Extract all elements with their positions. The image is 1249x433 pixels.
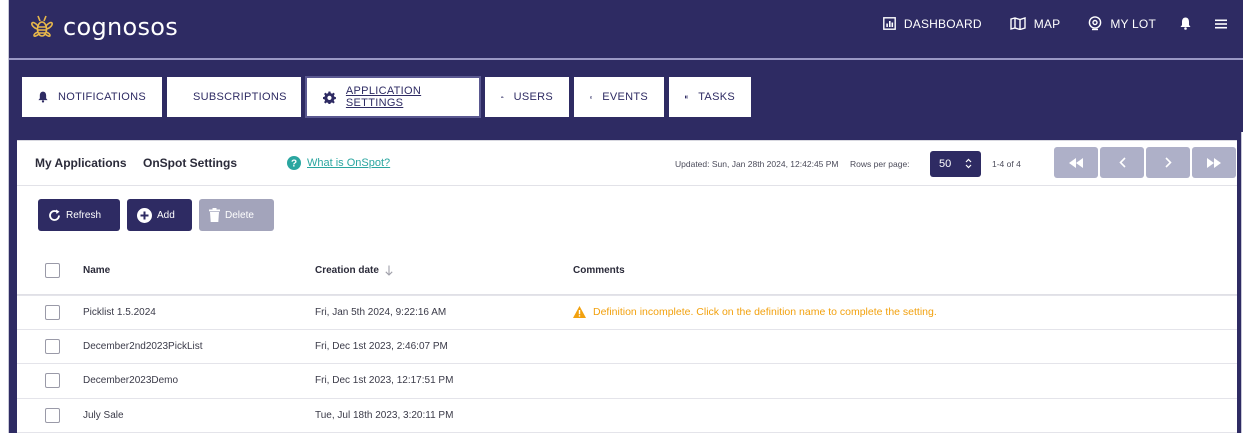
application-name[interactable]: December2023Demo (83, 375, 178, 386)
sort-down-arrow-icon (385, 265, 393, 276)
trash-icon (209, 208, 220, 222)
hamburger-menu-icon (1215, 19, 1227, 28)
row-checkbox[interactable] (45, 304, 60, 320)
svg-text:?: ? (291, 159, 297, 170)
column-header-creation-date[interactable]: Creation date (315, 265, 393, 276)
nav-dashboard-label: DASHBOARD (903, 16, 982, 31)
top-nav-links: DASHBOARD MAP MY LOT (855, 16, 1227, 31)
column-header-comments[interactable]: Comments (573, 265, 625, 276)
tab-tasks-label: TASKS (698, 91, 735, 103)
refresh-label: Refresh (66, 209, 102, 221)
nav-map-label: MAP (1033, 16, 1061, 31)
nav-dashboard[interactable]: DASHBOARD (883, 17, 982, 31)
delete-button[interactable]: Delete (199, 199, 274, 231)
creation-date: Fri, Dec 1st 2023, 2:46:07 PM (315, 340, 448, 352)
tab-subscriptions-label: SUBSCRIPTIONS (193, 91, 287, 103)
tab-events-label: EVENTS (602, 91, 648, 103)
pagination-controls (1054, 147, 1238, 178)
dashboard-icon (883, 17, 896, 30)
hamburger-menu-button[interactable] (1215, 19, 1227, 29)
creation-date: Fri, Dec 1st 2023, 12:17:51 PM (315, 375, 454, 387)
table-row[interactable]: Picklist 1.5.2024 Fri, Jan 5th 2024, 9:2… (17, 295, 1237, 330)
refresh-button[interactable]: Refresh (38, 199, 120, 231)
nav-mylot-label: MY LOT (1110, 16, 1156, 31)
location-pin-icon (1089, 16, 1102, 31)
select-all-checkbox[interactable] (45, 262, 60, 278)
help-question-icon: ? (287, 156, 301, 170)
tab-events[interactable]: EVENTS (573, 76, 665, 118)
delete-label: Delete (225, 209, 254, 221)
column-header-creation-date-label: Creation date (315, 264, 379, 276)
users-icon (501, 96, 504, 98)
updated-timestamp: Updated: Sun, Jan 28th 2024, 12:42:45 PM (675, 159, 839, 169)
top-navbar: cognosos DASHBOARD MAP MY LOT (9, 0, 1243, 58)
tab-strip: NOTIFICATIONS SUBSCRIPTIONS APPLICATION … (9, 58, 1243, 132)
gear-icon (323, 90, 336, 104)
logo[interactable]: cognosos (27, 12, 178, 42)
tab-application-settings-label: APPLICATION SETTINGS (345, 85, 422, 109)
nav-mylot[interactable]: MY LOT (1088, 16, 1156, 31)
chevron-left-icon (1118, 157, 1126, 168)
application-name[interactable]: July Sale (83, 410, 124, 421)
notifications-bell-button[interactable] (1180, 17, 1191, 30)
bell-icon (1180, 17, 1191, 30)
previous-page-button[interactable] (1100, 147, 1144, 178)
add-button[interactable]: Add (127, 199, 192, 231)
rows-per-page-select[interactable]: 50 (930, 151, 981, 177)
tab-tasks[interactable]: TASKS (668, 76, 752, 118)
map-icon (1010, 17, 1026, 30)
row-checkbox[interactable] (45, 338, 60, 354)
panel-subheader: My Applications OnSpot Settings ? What i… (17, 141, 1237, 186)
table-header-row: Name Creation date Comments (17, 246, 1237, 295)
what-is-onspot-label: What is OnSpot? (307, 157, 391, 169)
row-checkbox[interactable] (45, 373, 60, 389)
bell-icon (38, 91, 48, 103)
tab-notifications-label: NOTIFICATIONS (57, 91, 146, 103)
table-row[interactable]: December2nd2023PickList Fri, Dec 1st 202… (17, 330, 1237, 364)
add-label: Add (157, 209, 175, 221)
tab-users-label: USERS (513, 91, 553, 103)
warning-triangle-icon (573, 306, 586, 319)
chevron-right-icon (1164, 157, 1172, 168)
tab-subscriptions[interactable]: SUBSCRIPTIONS (166, 76, 302, 118)
row-checkbox[interactable] (45, 407, 60, 423)
app-frame: cognosos DASHBOARD MAP MY LOT NOTIFICATI… (8, 0, 1243, 433)
calendar-icon (590, 95, 593, 99)
tab-notifications[interactable]: NOTIFICATIONS (21, 76, 163, 118)
creation-date: Fri, Jan 5th 2024, 9:22:16 AM (315, 306, 447, 318)
plus-circle-icon (137, 207, 152, 223)
application-name[interactable]: December2nd2023PickList (83, 341, 203, 352)
refresh-icon (49, 209, 60, 221)
logo-text: cognosos (63, 13, 179, 41)
bee-logo-icon (31, 15, 53, 37)
first-page-button[interactable] (1054, 147, 1098, 178)
tab-users[interactable]: USERS (484, 76, 570, 118)
applications-table: Name Creation date Comments Picklist 1.5… (17, 246, 1237, 433)
pagination-range: 1-4 of 4 (992, 159, 1021, 169)
settings-tabs: NOTIFICATIONS SUBSCRIPTIONS APPLICATION … (21, 76, 755, 118)
table-row[interactable]: December2023Demo Fri, Dec 1st 2023, 12:1… (17, 364, 1237, 399)
last-page-button[interactable] (1192, 147, 1236, 178)
action-toolbar: Refresh Add Delete (38, 199, 281, 231)
double-chevron-left-icon (1069, 157, 1083, 168)
rows-per-page-value: 50 (939, 158, 952, 170)
nav-map[interactable]: MAP (1010, 17, 1061, 31)
up-down-chevron-icon (965, 158, 972, 169)
creation-date: Tue, Jul 18th 2023, 3:20:11 PM (315, 409, 454, 421)
application-name[interactable]: Picklist 1.5.2024 (83, 307, 156, 318)
rows-per-page-label: Rows per page: (850, 159, 910, 169)
table-row[interactable]: July Sale Tue, Jul 18th 2023, 3:20:11 PM (17, 399, 1237, 433)
tab-application-settings[interactable]: APPLICATION SETTINGS (305, 76, 481, 118)
content-panel: My Applications OnSpot Settings ? What i… (17, 140, 1237, 433)
what-is-onspot-link[interactable]: ? What is OnSpot? (287, 156, 390, 170)
row-comment: Definition incomplete. Click on the defi… (573, 306, 937, 319)
column-header-name[interactable]: Name (83, 265, 110, 276)
next-page-button[interactable] (1146, 147, 1190, 178)
onspot-settings-title[interactable]: OnSpot Settings (143, 156, 237, 170)
my-applications-link[interactable]: My Applications (35, 156, 127, 170)
row-comment-text: Definition incomplete. Click on the defi… (593, 306, 937, 319)
double-chevron-right-icon (1207, 157, 1221, 168)
tasks-icon (685, 95, 689, 99)
